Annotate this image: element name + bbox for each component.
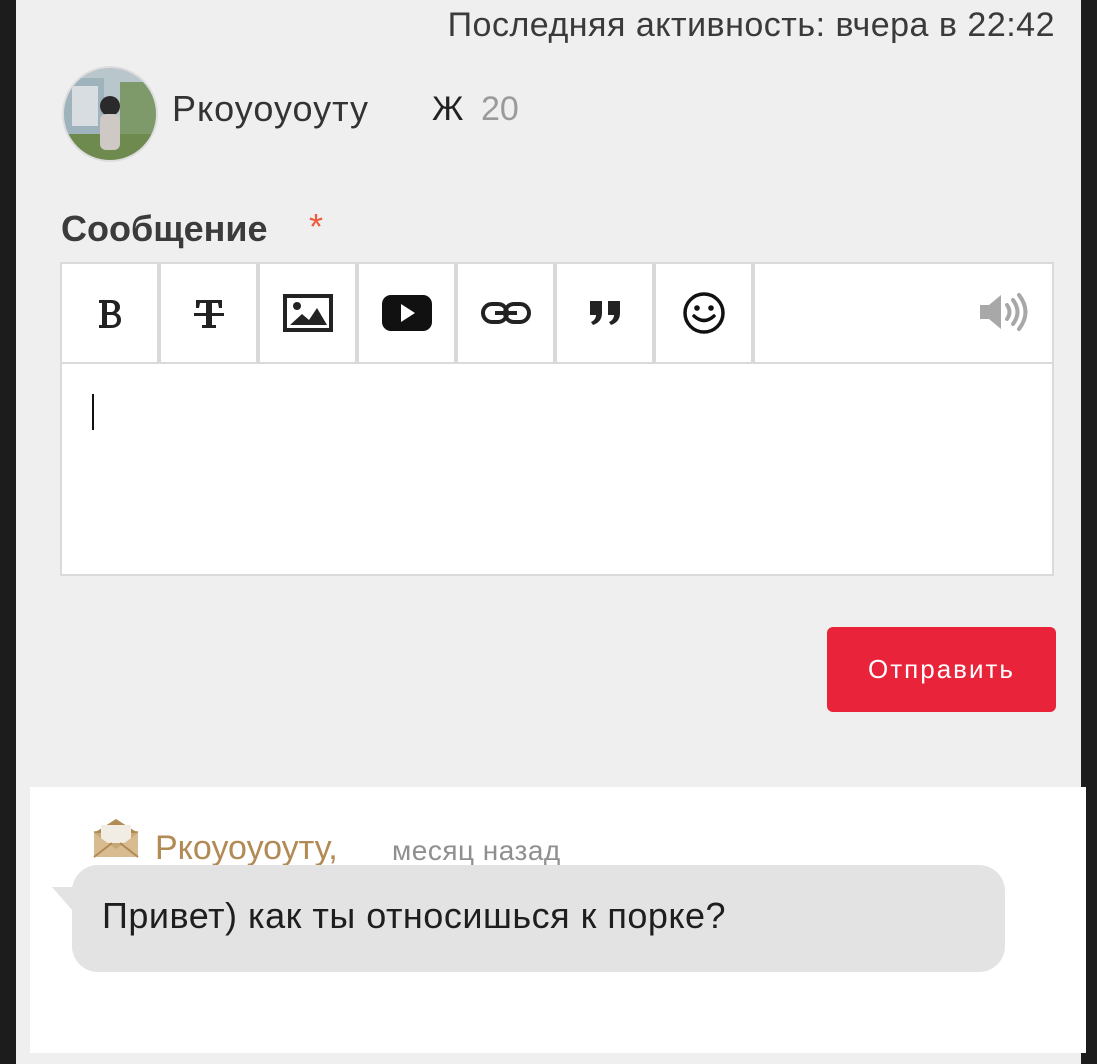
envelope-icon xyxy=(92,817,140,864)
send-button[interactable]: Отправить xyxy=(827,627,1056,712)
sound-button[interactable] xyxy=(978,292,1034,337)
message-input[interactable] xyxy=(62,364,1052,574)
profile-gender: Ж xyxy=(432,90,464,128)
strikethrough-icon xyxy=(193,300,224,328)
conversation-panel: Ркоуоуоуту, месяц назад Привет) как ты о… xyxy=(30,787,1086,1053)
editor-toolbar xyxy=(62,264,1052,364)
message-text: Привет) как ты относишься к порке? xyxy=(102,895,727,936)
message-sender[interactable]: Ркоуоуоуту, xyxy=(155,829,338,868)
toolbar-spacer xyxy=(755,264,1052,362)
image-icon xyxy=(282,294,333,332)
bold-icon xyxy=(98,300,121,328)
image-button[interactable] xyxy=(260,264,359,362)
link-icon xyxy=(480,302,531,324)
message-time: месяц назад xyxy=(392,835,561,866)
quote-icon xyxy=(589,301,620,325)
message-label: Сообщение xyxy=(61,208,268,249)
avatar-photo-icon xyxy=(64,68,156,160)
profile-name[interactable]: Ркоуоуоуту xyxy=(172,88,369,130)
avatar[interactable] xyxy=(62,66,158,162)
message-bubble: Привет) как ты относишься к порке? xyxy=(72,865,1005,972)
quote-button[interactable] xyxy=(557,264,656,362)
smiley-icon xyxy=(682,292,725,334)
smiley-button[interactable] xyxy=(656,264,755,362)
message-editor xyxy=(60,262,1054,576)
video-button[interactable] xyxy=(359,264,458,362)
page: Последняя активность: вчера в 22:42 Ркоу… xyxy=(16,0,1086,1064)
bold-button[interactable] xyxy=(62,264,161,362)
link-button[interactable] xyxy=(458,264,557,362)
last-activity: Последняя активность: вчера в 22:42 xyxy=(447,6,1055,44)
sound-icon xyxy=(980,293,1028,331)
strikethrough-button[interactable] xyxy=(161,264,260,362)
required-mark: * xyxy=(309,206,324,247)
text-caret xyxy=(92,394,94,430)
profile-age: 20 xyxy=(481,90,519,128)
video-icon xyxy=(381,295,432,331)
